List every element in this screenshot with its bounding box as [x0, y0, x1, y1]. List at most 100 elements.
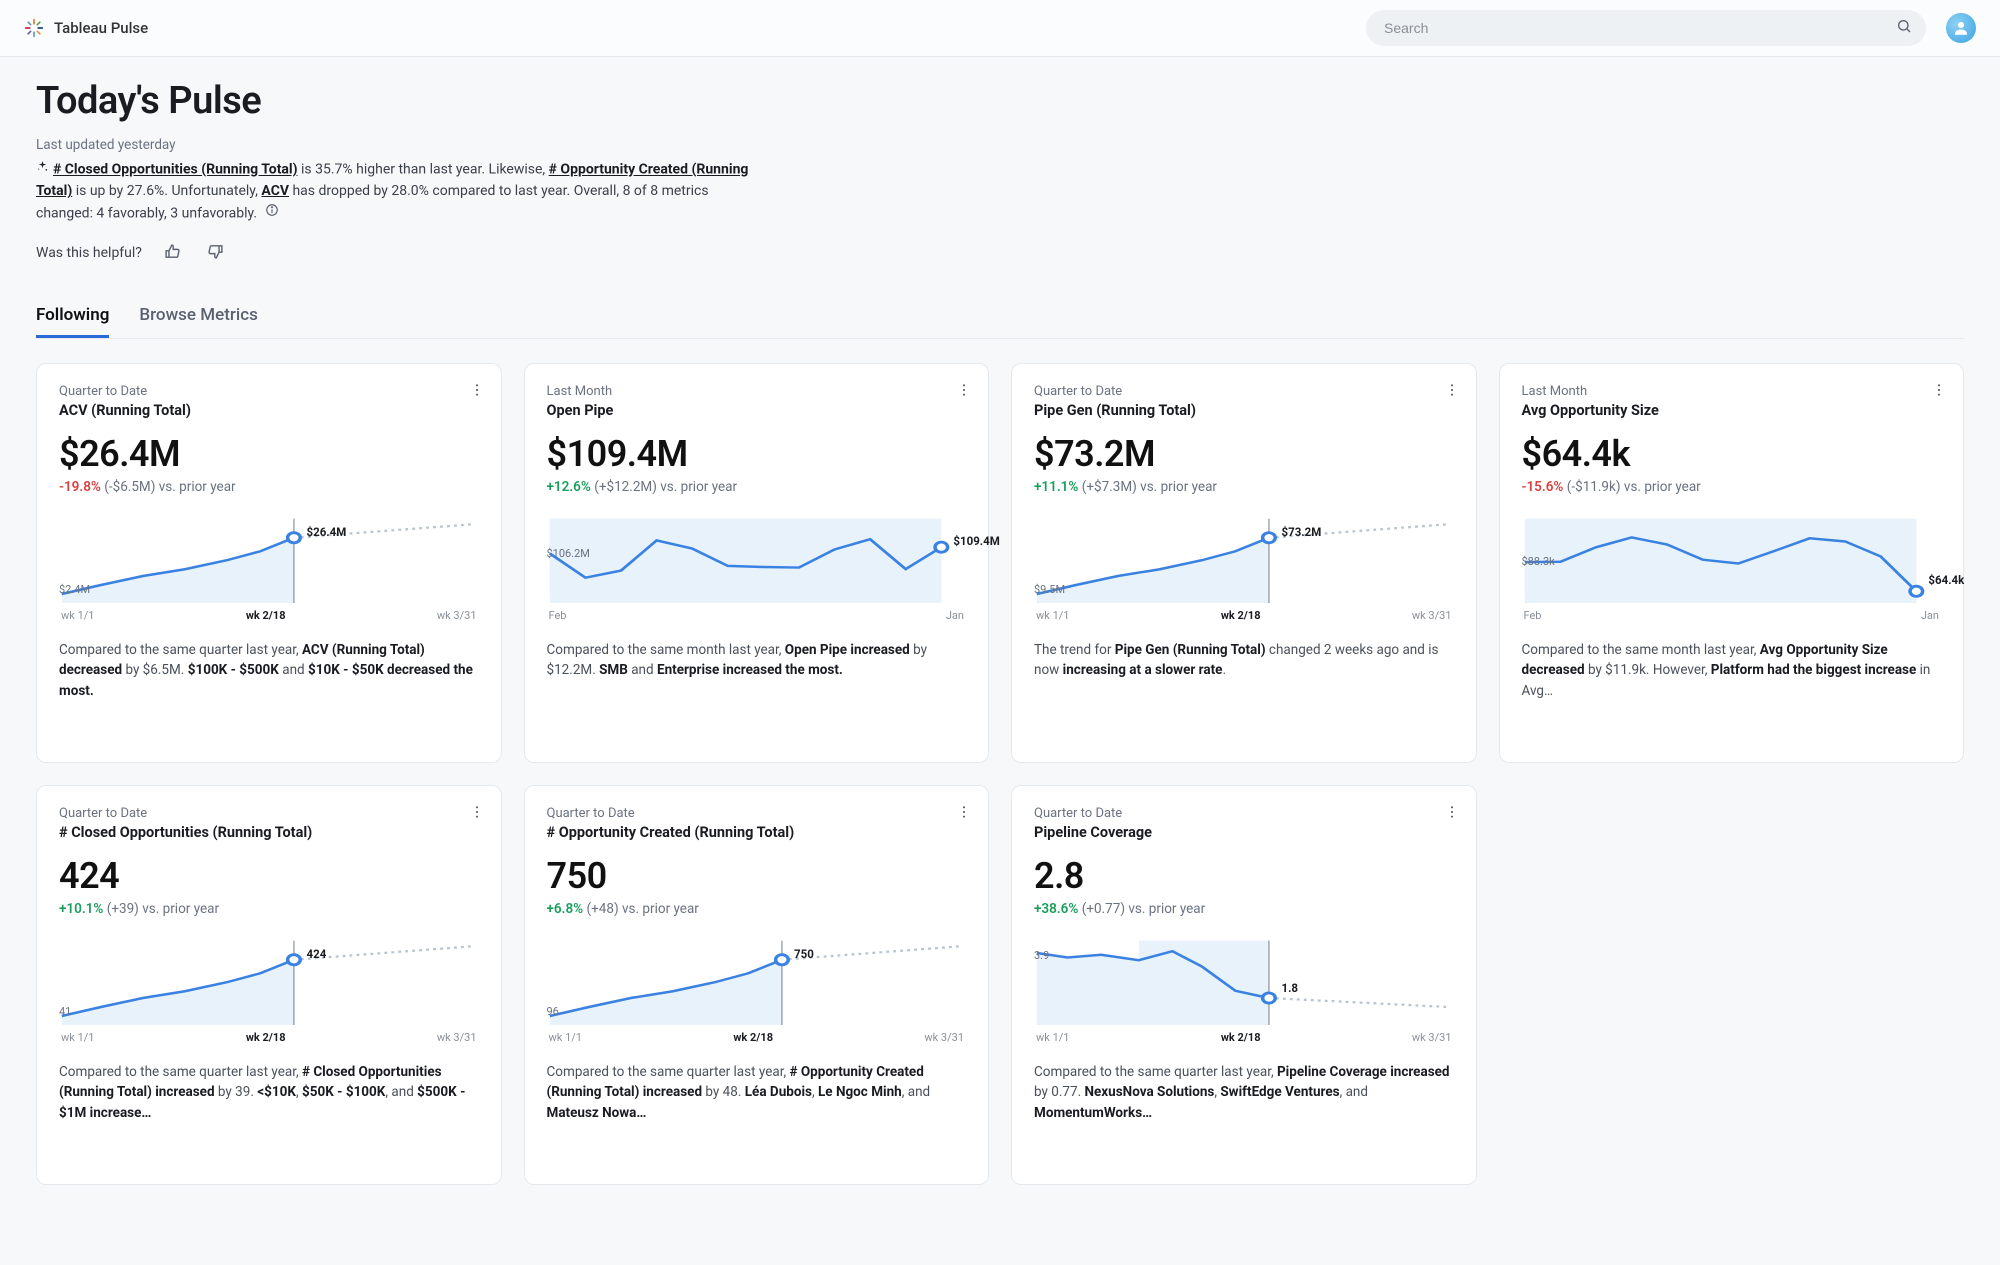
info-icon[interactable]: [265, 203, 279, 225]
page-body: Today's Pulse Last updated yesterday # C…: [0, 57, 2000, 1245]
card-menu-button[interactable]: [952, 378, 976, 406]
x-tick: wk 1/1: [61, 609, 94, 622]
x-tick: wk 1/1: [1036, 1031, 1069, 1044]
x-axis-ticks: wk 1/1wk 2/18wk 3/31: [1034, 1031, 1454, 1044]
x-tick: Jan: [1921, 609, 1939, 622]
metric-card[interactable]: Last Month Open Pipe $109.4M +12.6% (+$1…: [524, 363, 990, 763]
x-tick: wk 2/18: [733, 1031, 773, 1044]
delta-abs: (+48) vs. prior year: [587, 901, 699, 917]
x-tick: wk 3/31: [437, 1031, 477, 1044]
x-axis-ticks: wk 1/1 wk 2/18 wk 3/31: [59, 609, 479, 622]
metric-card[interactable]: Quarter to Date Pipe Gen (Running Total)…: [1011, 363, 1477, 763]
chart-end-label: $26.4M: [307, 525, 347, 539]
x-tick: wk 2/18: [1221, 1031, 1261, 1044]
metric-delta: +38.6% (+0.77) vs. prior year: [1034, 901, 1454, 917]
metric-name: Pipe Gen (Running Total): [1034, 402, 1454, 419]
brand[interactable]: Tableau Pulse: [24, 18, 148, 38]
chart-end-label: $64.4k: [1928, 573, 1964, 587]
top-bar: Tableau Pulse: [0, 0, 2000, 57]
delta-pct: +12.6%: [547, 479, 591, 495]
delta-pct: +11.1%: [1034, 479, 1078, 495]
sparkline-chart: 3.9 1.8: [1034, 935, 1454, 1025]
sparkline-chart: $2.4M $26.4M: [59, 513, 479, 603]
metric-description: Compared to the same quarter last year, …: [547, 1062, 967, 1123]
delta-abs: (+$12.2M) vs. prior year: [594, 479, 737, 495]
metric-card[interactable]: Quarter to Date Pipeline Coverage 2.8 +3…: [1011, 785, 1477, 1185]
tableau-logo-icon: [24, 18, 44, 38]
chart-end-label: $73.2M: [1282, 525, 1322, 539]
card-menu-button[interactable]: [952, 800, 976, 828]
helpful-row: Was this helpful?: [36, 239, 1964, 267]
x-tick: wk 3/31: [1412, 609, 1452, 622]
sparkline-chart: $88.3k $64.4k: [1522, 513, 1942, 603]
metric-card[interactable]: Last Month Avg Opportunity Size $64.4k -…: [1499, 363, 1965, 763]
card-grid: Quarter to Date ACV (Running Total) $26.…: [36, 363, 1964, 1185]
chart-start-label: 41: [59, 1005, 71, 1018]
metric-period: Last Month: [547, 384, 967, 399]
metric-card[interactable]: Quarter to Date # Closed Opportunities (…: [36, 785, 502, 1185]
summary-link-closed[interactable]: # Closed Opportunities (Running Total): [53, 162, 298, 178]
delta-abs: (+0.77) vs. prior year: [1082, 901, 1206, 917]
metric-value: $26.4M: [59, 433, 479, 475]
metric-description: Compared to the same quarter last year, …: [59, 1062, 479, 1123]
metric-delta: +6.8% (+48) vs. prior year: [547, 901, 967, 917]
metric-description: The trend for Pipe Gen (Running Total) c…: [1034, 640, 1454, 681]
sparkline-chart: 96 750: [547, 935, 967, 1025]
chart-start-label: $2.4M: [59, 583, 90, 596]
search-wrap: [1366, 10, 1926, 46]
chart-end-label: 1.8: [1282, 981, 1299, 995]
metric-period: Quarter to Date: [1034, 384, 1454, 399]
thumbs-down-button[interactable]: [203, 239, 228, 267]
sparkline-chart: $106.2M $109.4M: [547, 513, 967, 603]
tabs: Following Browse Metrics: [36, 295, 1964, 339]
metric-description: Compared to the same month last year, Op…: [547, 640, 967, 681]
chart-start-label: 96: [547, 1005, 559, 1018]
tab-following[interactable]: Following: [36, 295, 109, 338]
metric-name: # Opportunity Created (Running Total): [547, 824, 967, 841]
metric-period: Last Month: [1522, 384, 1942, 399]
tab-browse[interactable]: Browse Metrics: [139, 295, 257, 338]
avatar[interactable]: [1946, 13, 1976, 43]
delta-abs: (+$7.3M) vs. prior year: [1082, 479, 1217, 495]
chart-start-label: $9.5M: [1034, 583, 1065, 596]
card-menu-button[interactable]: [465, 800, 489, 828]
last-updated: Last updated yesterday: [36, 137, 1964, 153]
x-tick: wk 2/18: [246, 609, 286, 622]
chart-end-label: 750: [794, 947, 814, 961]
metric-delta: +11.1% (+$7.3M) vs. prior year: [1034, 479, 1454, 495]
insight-summary: # Closed Opportunities (Running Total) i…: [36, 159, 756, 225]
x-tick: wk 3/31: [924, 1031, 964, 1044]
metric-delta: +12.6% (+$12.2M) vs. prior year: [547, 479, 967, 495]
delta-pct: +6.8%: [547, 901, 584, 917]
metric-value: 750: [547, 855, 967, 897]
metric-period: Quarter to Date: [59, 806, 479, 821]
x-axis-ticks: wk 1/1 wk 2/18 wk 3/31: [59, 1031, 479, 1044]
metric-delta: +10.1% (+39) vs. prior year: [59, 901, 479, 917]
metric-period: Quarter to Date: [59, 384, 479, 399]
page-title: Today's Pulse: [36, 79, 1964, 123]
card-menu-button[interactable]: [1440, 800, 1464, 828]
helpful-label: Was this helpful?: [36, 245, 142, 261]
metric-value: $73.2M: [1034, 433, 1454, 475]
search-input[interactable]: [1366, 10, 1926, 46]
card-menu-button[interactable]: [1927, 378, 1951, 406]
x-tick: wk 1/1: [61, 1031, 94, 1044]
x-tick: wk 1/1: [1036, 609, 1069, 622]
metric-card[interactable]: Quarter to Date ACV (Running Total) $26.…: [36, 363, 502, 763]
metric-card[interactable]: Quarter to Date # Opportunity Created (R…: [524, 785, 990, 1185]
chart-start-label: 3.9: [1034, 949, 1049, 962]
x-tick: wk 2/18: [246, 1031, 286, 1044]
metric-description: Compared to the same quarter last year, …: [1034, 1062, 1454, 1123]
metric-name: Open Pipe: [547, 402, 967, 419]
x-tick: wk 2/18: [1221, 609, 1261, 622]
x-axis-ticks: FebJan: [547, 609, 967, 622]
x-tick: wk 3/31: [437, 609, 477, 622]
summary-link-acv[interactable]: ACV: [261, 183, 289, 199]
card-menu-button[interactable]: [465, 378, 489, 406]
card-menu-button[interactable]: [1440, 378, 1464, 406]
thumbs-up-button[interactable]: [160, 239, 185, 267]
metric-description: Compared to the same quarter last year, …: [59, 640, 479, 701]
chart-end-label: 424: [307, 947, 327, 961]
metric-name: Pipeline Coverage: [1034, 824, 1454, 841]
x-axis-ticks: FebJan: [1522, 609, 1942, 622]
